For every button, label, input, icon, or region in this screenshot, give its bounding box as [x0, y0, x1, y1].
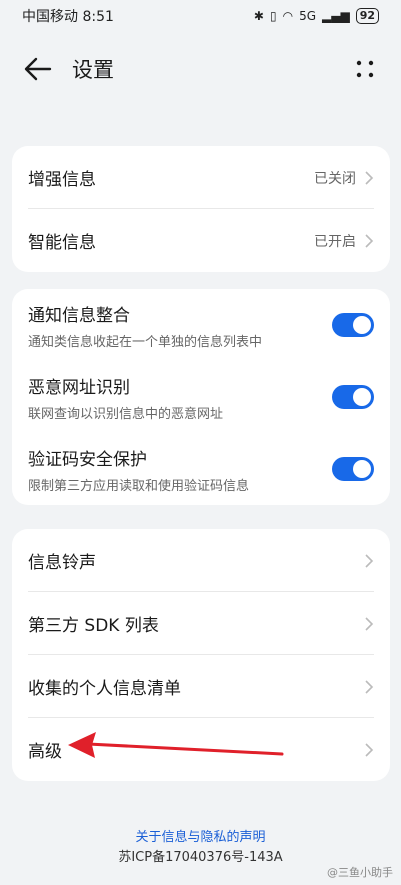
back-arrow-icon[interactable] — [24, 56, 52, 82]
row-description: 限制第三方应用读取和使用验证码信息 — [28, 478, 250, 494]
chevron-right-icon — [365, 616, 374, 631]
signal-icon: ▂▄▆ — [322, 9, 350, 23]
notification-merge-row: 通知信息整合 通知类信息收起在一个单独的信息列表中 — [12, 289, 390, 361]
bluetooth-icon: ✱ — [253, 9, 264, 23]
toggle-settings-card: 通知信息整合 通知类信息收起在一个单独的信息列表中 恶意网址识别 联网查询以识别… — [12, 289, 390, 505]
page-title: 设置 — [72, 58, 114, 82]
chevron-right-icon — [365, 679, 374, 694]
signal-text: 5G — [299, 9, 316, 23]
status-icons: ✱ ▯ ◠ 5G ▂▄▆ 92 — [254, 8, 379, 24]
row-value: 已开启 — [314, 233, 356, 250]
personal-info-list-row[interactable]: 收集的个人信息清单 — [12, 655, 390, 718]
more-options-icon[interactable] — [352, 56, 378, 82]
chevron-right-icon — [365, 170, 374, 185]
row-label: 恶意网址识别 — [28, 377, 130, 398]
advanced-row[interactable]: 高级 — [12, 718, 390, 781]
row-label: 智能信息 — [28, 233, 96, 253]
status-bar: 中国移动 8:51 ✱ ▯ ◠ 5G ▂▄▆ 92 — [0, 0, 401, 32]
vibrate-icon: ▯ — [269, 9, 277, 23]
icp-record: 苏ICP备17040376号-143A — [118, 850, 283, 865]
code-protection-toggle[interactable] — [332, 457, 374, 481]
watermark: @三鱼小助手 — [327, 866, 393, 879]
ringtone-row[interactable]: 信息铃声 — [12, 529, 390, 592]
row-label: 收集的个人信息清单 — [28, 679, 181, 699]
wifi-icon: ◠ — [282, 9, 294, 23]
info-settings-card: 增强信息 已关闭 智能信息 已开启 — [12, 146, 390, 272]
notification-merge-toggle[interactable] — [332, 313, 374, 337]
enhanced-info-row[interactable]: 增强信息 已关闭 — [12, 146, 390, 209]
row-label: 第三方 SDK 列表 — [28, 616, 159, 636]
row-description: 通知类信息收起在一个单独的信息列表中 — [28, 334, 263, 350]
smart-info-row[interactable]: 智能信息 已开启 — [12, 209, 390, 272]
sdk-list-row[interactable]: 第三方 SDK 列表 — [12, 592, 390, 655]
row-label: 信息铃声 — [28, 553, 96, 573]
row-label: 增强信息 — [28, 170, 96, 190]
more-settings-card: 信息铃声 第三方 SDK 列表 收集的个人信息清单 高级 — [12, 529, 390, 781]
row-value: 已关闭 — [314, 170, 356, 187]
app-bar: 设置 — [0, 44, 401, 94]
row-label: 高级 — [28, 742, 62, 762]
malicious-url-toggle[interactable] — [332, 385, 374, 409]
privacy-statement-link[interactable]: 关于信息与隐私的声明 — [0, 826, 401, 845]
row-description: 联网查询以识别信息中的恶意网址 — [28, 406, 224, 422]
row-label: 验证码安全保护 — [28, 449, 147, 470]
row-label: 通知信息整合 — [28, 305, 130, 326]
chevron-right-icon — [365, 742, 374, 757]
malicious-url-row: 恶意网址识别 联网查询以识别信息中的恶意网址 — [12, 361, 390, 433]
battery-indicator: 92 — [355, 8, 379, 24]
carrier-time: 中国移动 8:51 — [22, 9, 114, 25]
code-protection-row: 验证码安全保护 限制第三方应用读取和使用验证码信息 — [12, 433, 390, 505]
chevron-right-icon — [365, 553, 374, 568]
chevron-right-icon — [365, 233, 374, 248]
